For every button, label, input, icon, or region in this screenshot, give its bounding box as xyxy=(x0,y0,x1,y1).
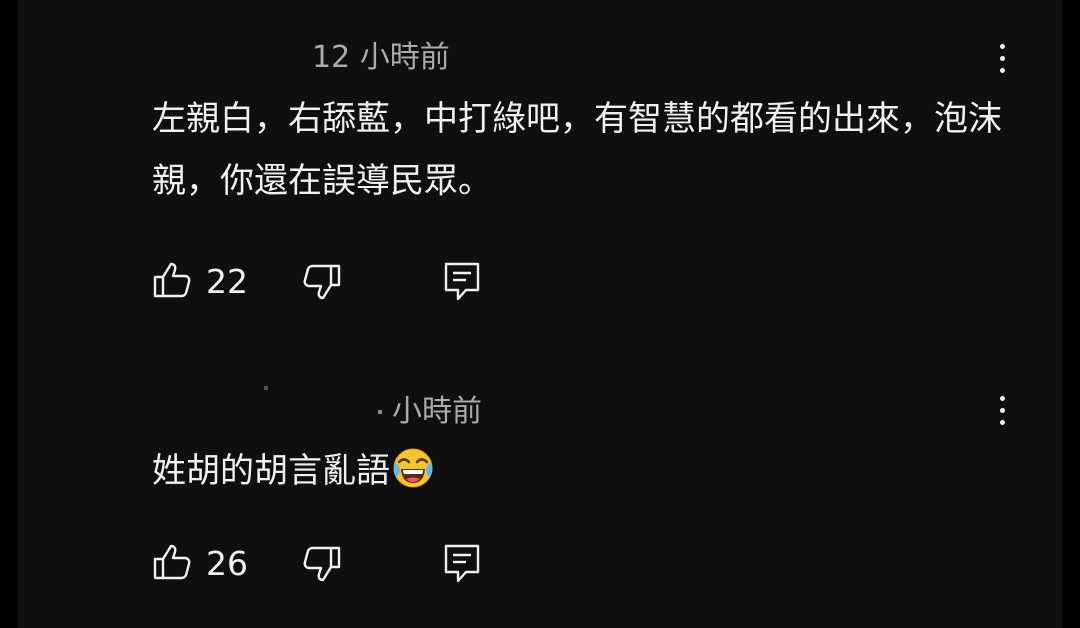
more-vertical-icon[interactable] xyxy=(990,38,1014,78)
like-count: 22 xyxy=(206,262,248,301)
comment-actions: 22 xyxy=(152,258,552,306)
comment-actions: 26 xyxy=(152,540,552,588)
reply-icon[interactable] xyxy=(442,542,482,584)
author-name-redacted xyxy=(288,52,294,56)
comment-text: 姓胡的胡言亂語 xyxy=(152,440,1002,502)
comment-text: 左親白，右舔藍，中打綠吧，有智慧的都看的出來，泡沫親，你還在誤導民眾。 xyxy=(152,99,1002,201)
comments-panel: 12 小時前 左親白，右舔藍，中打綠吧，有智慧的都看的出來，泡沫親，你還在誤導民… xyxy=(18,0,1062,628)
face-with-tears-of-joy-emoji xyxy=(393,448,433,488)
comment-text-content: 姓胡的胡言亂語 xyxy=(152,451,390,491)
thumbs-up-icon[interactable] xyxy=(152,542,192,582)
thumbs-up-icon[interactable] xyxy=(152,260,192,300)
comment-item: 小時前 姓胡的胡言亂語 26 xyxy=(18,360,1062,628)
comment-item: 12 小時前 左親白，右舔藍，中打綠吧，有智慧的都看的出來，泡沫親，你還在誤導民… xyxy=(18,0,1062,330)
thumbs-down-icon[interactable] xyxy=(302,262,342,302)
author-name-redacted-mark xyxy=(378,410,382,414)
author-name-redacted xyxy=(264,386,268,390)
thumbs-down-icon[interactable] xyxy=(302,544,342,584)
more-vertical-icon[interactable] xyxy=(990,390,1014,430)
comment-timestamp: 小時前 xyxy=(392,394,482,429)
reply-icon[interactable] xyxy=(442,260,482,302)
like-count: 26 xyxy=(206,544,248,583)
comment-timestamp: 12 小時前 xyxy=(312,40,450,75)
